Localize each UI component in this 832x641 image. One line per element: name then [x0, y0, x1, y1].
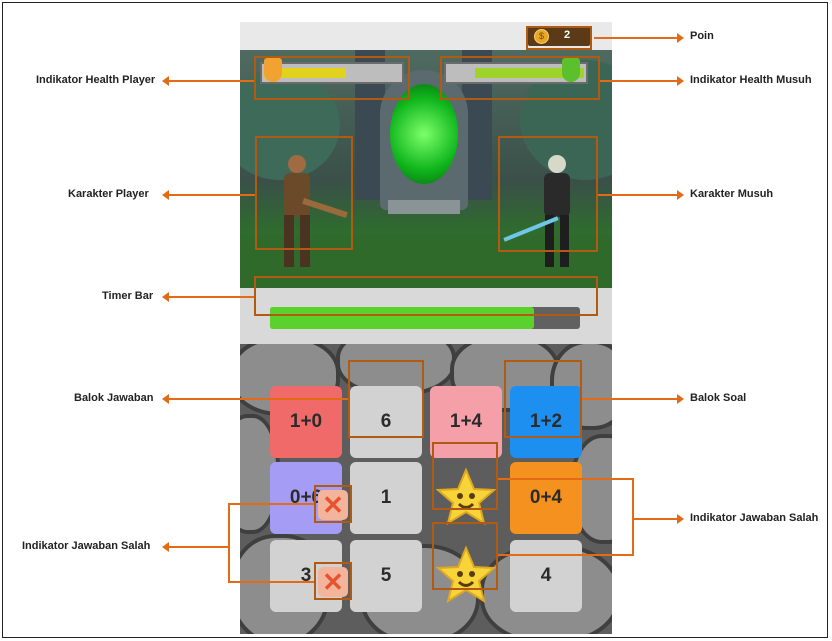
highlight-enemy-health — [440, 56, 600, 100]
bracket-left — [228, 503, 230, 583]
arrow-salah-left — [162, 542, 228, 552]
tile-label: 1+4 — [449, 411, 483, 432]
highlight-question-tile — [504, 360, 582, 438]
bracket-right-bottom — [498, 554, 634, 556]
highlight-enemy-character — [498, 136, 598, 252]
label-health-player: Indikator Health Player — [36, 74, 156, 86]
arrow-poin — [594, 33, 684, 43]
label-karakter-player: Karakter Player — [68, 188, 149, 200]
portal-step — [388, 200, 460, 214]
highlight-answer-tile — [348, 360, 424, 438]
tile-answer[interactable]: 5 — [350, 540, 422, 612]
arrow-salah-right — [634, 514, 684, 524]
arrow-karakter-musuh — [598, 190, 684, 200]
tile-label: 0+4 — [529, 487, 563, 508]
label-karakter-musuh: Karakter Musuh — [690, 188, 774, 200]
arrow-balok-soal — [582, 394, 684, 404]
highlight-timer — [254, 276, 598, 316]
label-balok-jawaban: Balok Jawaban — [74, 392, 154, 404]
highlight-player-character — [255, 136, 353, 250]
bracket-left-bottom — [228, 581, 314, 583]
tile-question[interactable]: 0+4 — [510, 462, 582, 534]
arrow-health-musuh — [600, 76, 684, 86]
highlight-player-health — [254, 56, 410, 100]
arrow-health-player — [162, 76, 254, 86]
tile-label: 5 — [380, 565, 392, 586]
tile-label: 1+0 — [289, 411, 323, 432]
highlight-star-2 — [432, 522, 498, 590]
arrow-timer — [162, 292, 254, 302]
tile-answer[interactable]: 4 — [510, 540, 582, 612]
tile-answer[interactable]: 1 — [350, 462, 422, 534]
label-salah-left: Indikator Jawaban Salah — [22, 540, 151, 552]
arrow-balok-jawaban — [162, 394, 348, 404]
highlight-cross-2 — [314, 562, 352, 600]
highlight-star-1 — [432, 442, 498, 510]
game-screen: $ 2 1+0 6 1+4 1+2 0+6 1 0+4 3 5 4 ✕ ✕ — [240, 22, 612, 634]
label-poin: Poin — [690, 30, 714, 42]
label-balok-soal: Balok Soal — [690, 392, 747, 404]
bracket-right — [632, 478, 634, 556]
highlight-cross-1 — [314, 485, 352, 523]
label-timer-bar: Timer Bar — [102, 290, 154, 302]
tile-question[interactable]: 1+0 — [270, 386, 342, 458]
bracket-right-top — [498, 478, 634, 480]
tile-label: 4 — [540, 565, 552, 586]
tile-label: 3 — [300, 565, 312, 586]
highlight-points — [526, 26, 592, 50]
label-health-musuh: Indikator Health Musuh — [690, 74, 812, 86]
arrow-karakter-player — [162, 190, 255, 200]
bracket-left-top — [228, 503, 314, 505]
label-salah-right: Indikator Jawaban Salah — [690, 512, 819, 524]
tile-label: 1 — [380, 487, 392, 508]
